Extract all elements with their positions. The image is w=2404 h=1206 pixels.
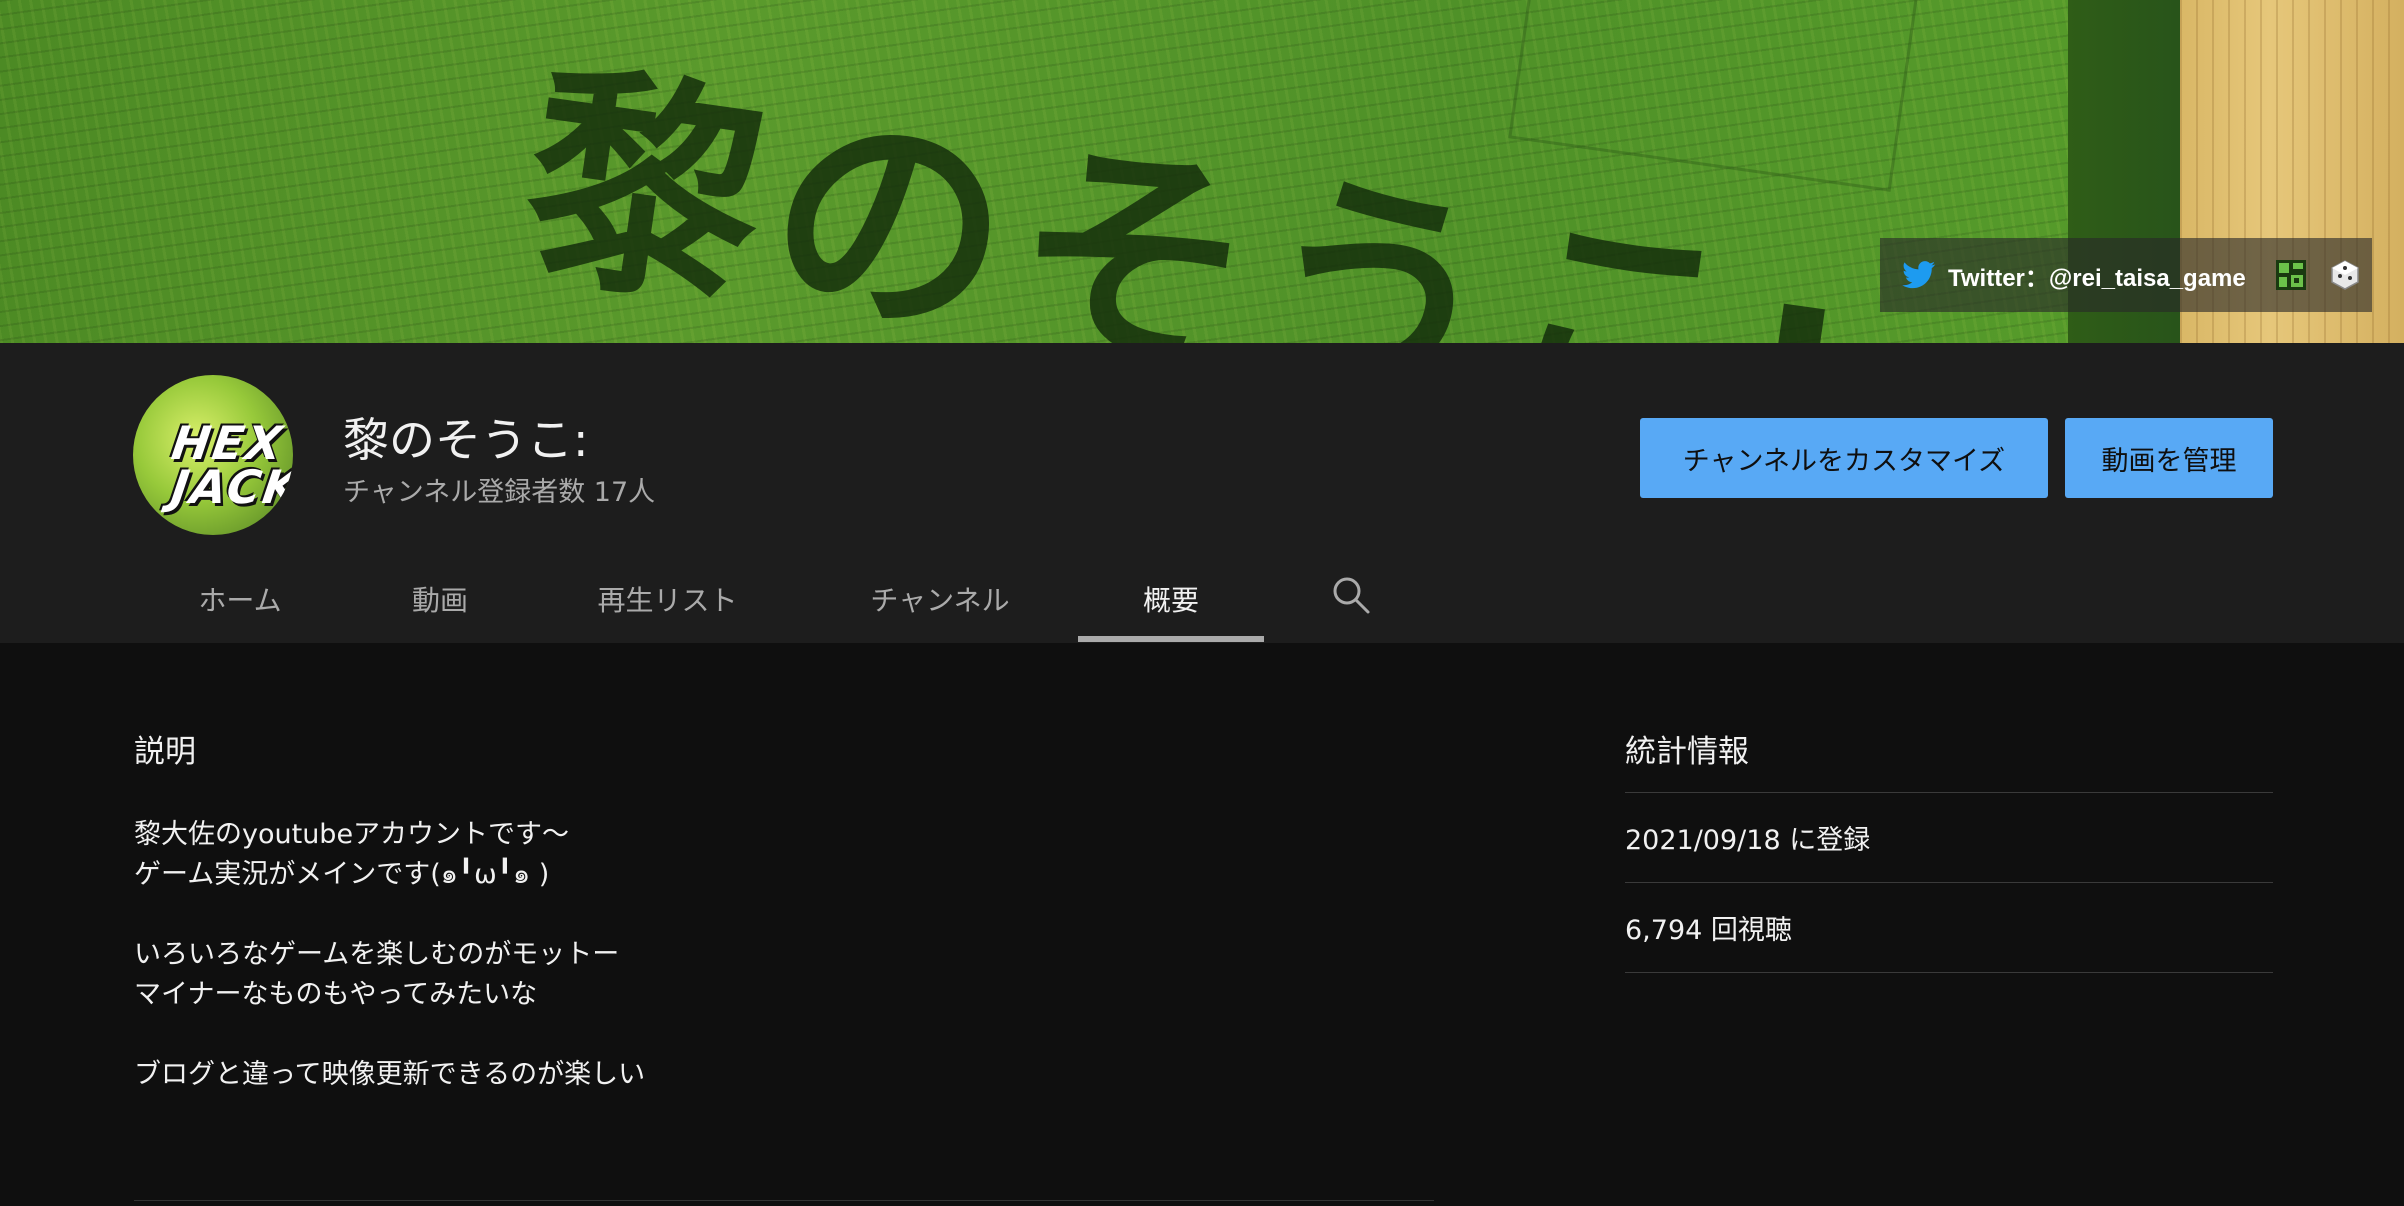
channel-avatar[interactable]: HEX JACK [133, 375, 293, 535]
avatar-logo-line-2: JACK [168, 460, 293, 514]
twitter-link-label: Twitter：@rei_taisa_game [1948, 264, 2246, 292]
stats-heading: 統計情報 [1625, 734, 1749, 770]
description-line: 黎大佐のyoutubeアカウントです〜 [134, 819, 570, 850]
channel-name: 黎のそうこ: [343, 413, 589, 467]
avatar-logo-text: HEX JACK [133, 416, 293, 514]
stats-list: 2021/09/18 に登録 6,794 回視聴 [1625, 792, 2273, 973]
manage-videos-button[interactable]: 動画を管理 [2065, 418, 2273, 498]
description-heading: 説明 [134, 734, 196, 770]
search-icon[interactable] [1330, 574, 1372, 616]
active-tab-indicator [1078, 636, 1264, 642]
tab-videos[interactable]: 動画 [380, 555, 500, 643]
twitter-link[interactable]: Twitter：@rei_taisa_game [1902, 258, 2246, 293]
description-divider [134, 1200, 1434, 1201]
dice-link-icon[interactable] [2328, 258, 2362, 292]
description-line [134, 895, 645, 935]
tab-about[interactable]: 概要 [1078, 555, 1264, 643]
description-line: いろいろなゲームを楽しむのがモットー [134, 939, 620, 970]
qr-link-icon[interactable] [2274, 258, 2308, 292]
description-line: ゲーム実況がメインです(๑╹ω╹๑ ) [134, 859, 550, 890]
customize-channel-button[interactable]: チャンネルをカスタマイズ [1640, 418, 2048, 498]
description-line: マイナーなものもやってみたいな [134, 979, 538, 1010]
description-line [134, 1015, 645, 1055]
channel-banner: 黎のそうこ: Twitter：@rei_taisa_game [0, 0, 2404, 343]
avatar-logo-line-1: HEX [168, 416, 288, 470]
tab-channels[interactable]: チャンネル [840, 555, 1040, 643]
banner-links: Twitter：@rei_taisa_game [1880, 238, 2372, 312]
joined-date: 2021/09/18 に登録 [1625, 792, 2273, 882]
twitter-icon [1902, 261, 1936, 289]
description-line: ブログと違って映像更新できるのが楽しい [134, 1059, 646, 1090]
tab-home[interactable]: ホーム [170, 555, 310, 643]
description-text: 黎大佐のyoutubeアカウントです〜 ゲーム実況がメインです(๑╹ω╹๑ ) … [134, 815, 645, 1095]
channel-tabs: ホーム 動画 再生リスト チャンネル 概要 [0, 555, 2404, 643]
view-count: 6,794 回視聴 [1625, 882, 2273, 973]
subscriber-count: チャンネル登録者数 17人 [343, 477, 656, 508]
tab-playlists[interactable]: 再生リスト [570, 555, 765, 643]
